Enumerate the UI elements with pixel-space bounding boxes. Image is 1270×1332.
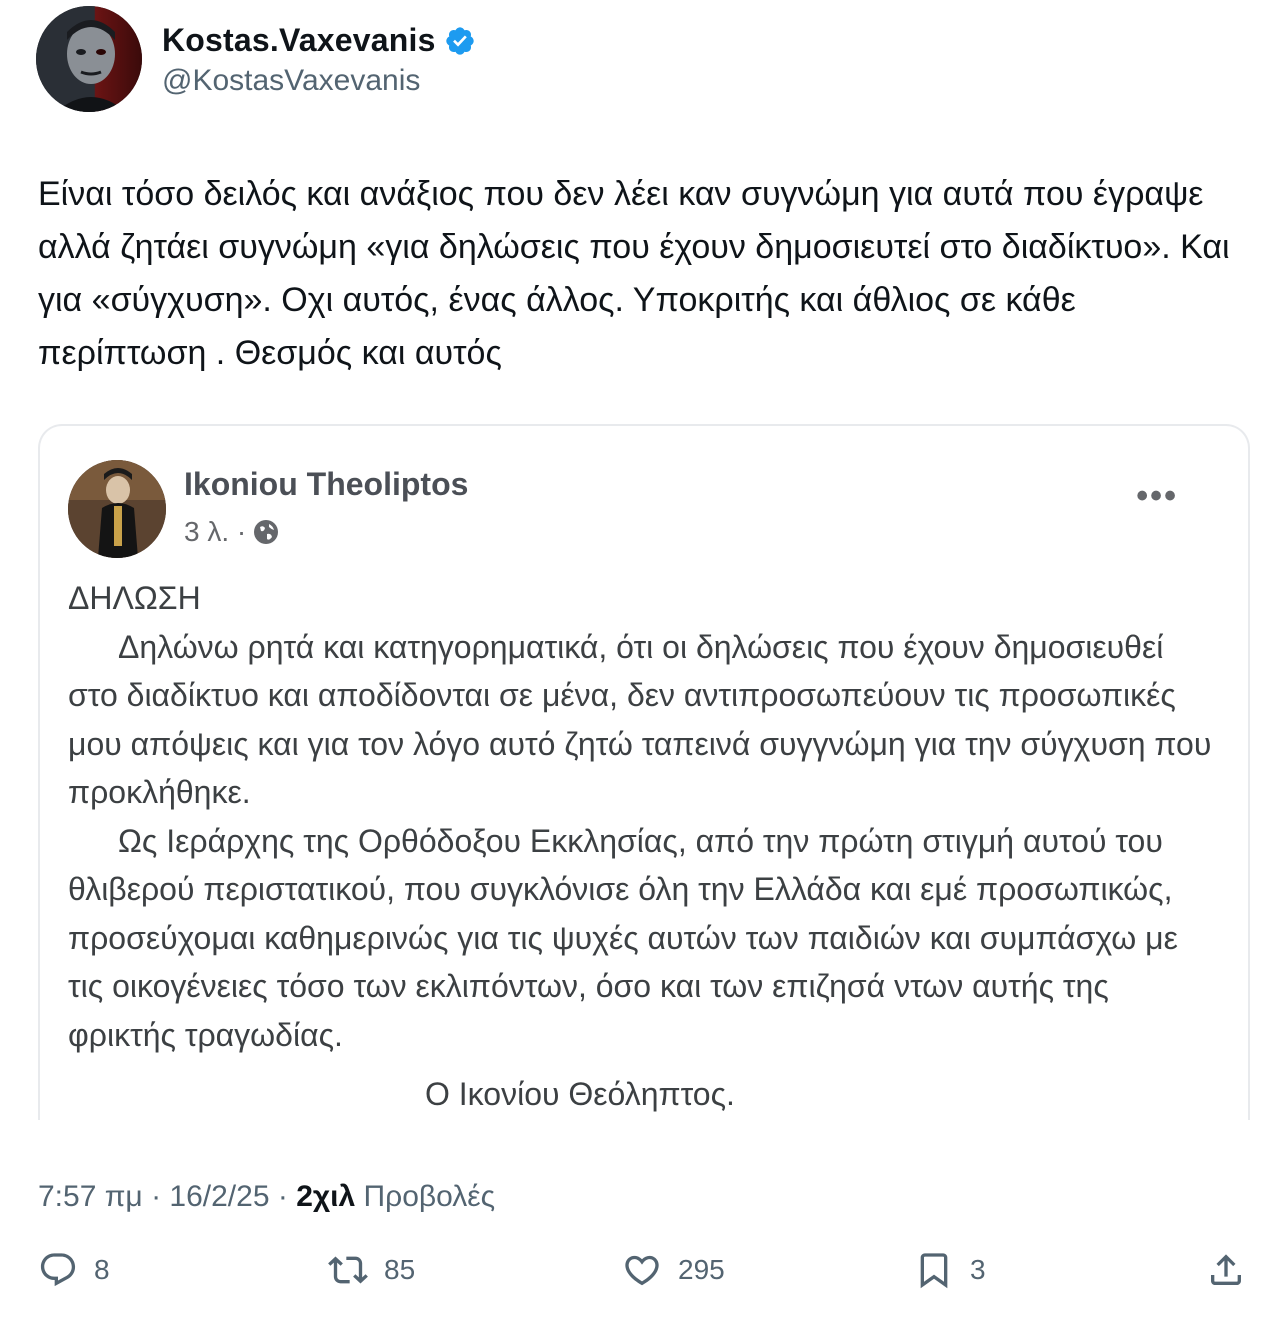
separator: · (277, 1180, 288, 1213)
author-display-name[interactable]: Kostas.Vaxevanis (162, 22, 436, 59)
tweet-text: Είναι τόσο δειλός και ανάξιος που δεν λέ… (38, 175, 1230, 372)
bookmark-count: 3 (970, 1254, 986, 1285)
embedded-post-meta: 3 λ. · (184, 516, 280, 548)
statement-heading: ΔΗΛΩΣΗ (68, 580, 201, 616)
bookmark-icon (920, 1253, 948, 1289)
share-button[interactable] (1206, 1250, 1246, 1290)
author-avatar[interactable] (36, 6, 142, 112)
tweet-timestamp-row: 7:57 πμ · 16/2/25 · 2χιλ Προβολές (38, 1180, 495, 1214)
bookmark-button[interactable]: 3 (914, 1250, 986, 1290)
reply-button[interactable]: 8 (38, 1250, 110, 1290)
reply-icon (40, 1253, 76, 1287)
statement-body: ΔΗΛΩΣΗ Δηλώνω ρητά και κατηγορηματικά, ό… (68, 574, 1218, 1059)
heart-icon (625, 1255, 659, 1286)
separator: · (151, 1180, 162, 1213)
tweet-actions-bar: 8 85 295 3 (38, 1250, 1248, 1302)
views-count: 2χιλ (296, 1180, 356, 1213)
embedded-post-time: 3 λ. · (184, 516, 247, 547)
globe-icon (252, 518, 280, 546)
verified-badge-icon (444, 25, 476, 57)
statement-paragraph: Ως Ιεράρχης της Ορθόδοξου Εκκλησίας, από… (68, 822, 1178, 1053)
repost-button[interactable]: 85 (328, 1250, 415, 1290)
repost-icon (328, 1256, 368, 1284)
embedded-author-name: Ikoniou Theoliptos (184, 466, 469, 502)
author-avatar-image (36, 6, 142, 112)
like-count: 295 (678, 1254, 725, 1285)
embedded-post-image[interactable]: Ikoniou Theoliptos 3 λ. · ••• ΔΗΛΩΣΗ Δηλ… (38, 424, 1250, 1120)
statement-signature: Ο Ικονίου Θεόληπτος. (425, 1076, 735, 1112)
share-icon (1211, 1254, 1241, 1285)
author-name-row: Kostas.Vaxevanis (162, 22, 476, 59)
tweet-date[interactable]: 16/2/25 (169, 1180, 269, 1213)
views-label: Προβολές (363, 1180, 496, 1213)
more-options-icon: ••• (1136, 477, 1178, 515)
author-handle[interactable]: @KostasVaxevanis (162, 64, 420, 98)
statement-paragraph: Δηλώνω ρητά και κατηγορηματικά, ότι οι δ… (68, 628, 1212, 811)
reply-count: 8 (94, 1254, 110, 1285)
embedded-author-avatar (68, 460, 166, 558)
tweet-time[interactable]: 7:57 πμ (38, 1180, 143, 1213)
like-button[interactable]: 295 (622, 1250, 725, 1290)
tweet-header: Kostas.Vaxevanis @KostasVaxevanis (36, 6, 1236, 116)
embedded-author-avatar-image (68, 460, 166, 558)
repost-count: 85 (384, 1254, 416, 1285)
